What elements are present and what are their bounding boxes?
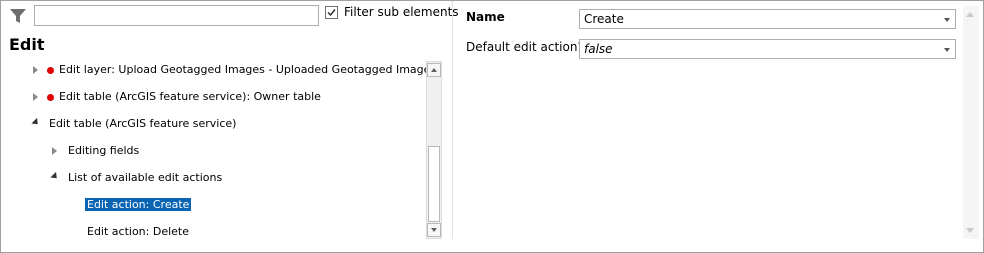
default-edit-action-value: false bbox=[584, 42, 613, 56]
edit-panel: Filter sub elements Edit Edit layer: Upl… bbox=[0, 0, 984, 253]
section-title: Edit bbox=[9, 35, 45, 54]
error-dot-icon bbox=[47, 67, 54, 74]
name-combobox[interactable]: Create bbox=[579, 9, 956, 29]
expand-icon[interactable] bbox=[33, 93, 38, 101]
collapse-icon[interactable] bbox=[50, 171, 60, 182]
error-dot-icon bbox=[47, 94, 54, 101]
filter-icon bbox=[9, 7, 27, 25]
tree-item-label: Edit layer: Upload Geotagged Images - Up… bbox=[59, 63, 437, 76]
arrow-up-icon[interactable] bbox=[966, 12, 974, 17]
expand-icon[interactable] bbox=[52, 147, 57, 155]
arrow-down-icon bbox=[431, 228, 437, 232]
filter-sub-elements-label: Filter sub elements bbox=[344, 5, 459, 19]
tree-item-edit-action-delete[interactable]: Edit action: Delete bbox=[87, 221, 189, 243]
filter-sub-elements-checkbox[interactable] bbox=[325, 6, 338, 19]
name-label: Name bbox=[466, 10, 505, 24]
arrow-down-icon[interactable] bbox=[966, 228, 974, 233]
name-value: Create bbox=[584, 12, 624, 26]
tree-scrollbar[interactable] bbox=[426, 61, 442, 239]
tree-item-label: List of available edit actions bbox=[68, 171, 223, 184]
scroll-down-button[interactable] bbox=[427, 223, 441, 237]
chevron-down-icon[interactable] bbox=[944, 48, 950, 52]
checkmark-icon bbox=[327, 9, 336, 17]
properties-scrollbar[interactable] bbox=[963, 6, 979, 239]
tree-item-label: Editing fields bbox=[68, 144, 140, 157]
default-edit-action-combobox[interactable]: false bbox=[579, 39, 956, 59]
scroll-thumb[interactable] bbox=[428, 146, 440, 222]
tree-item-label: Edit table (ArcGIS feature service) bbox=[49, 117, 237, 130]
tree-view: Edit layer: Upload Geotagged Images - Up… bbox=[1, 59, 436, 239]
chevron-down-icon[interactable] bbox=[944, 18, 950, 22]
expand-icon[interactable] bbox=[33, 66, 38, 74]
filter-input[interactable] bbox=[34, 5, 319, 26]
default-edit-action-label: Default edit action? bbox=[466, 40, 584, 54]
tree-item-label: Edit table (ArcGIS feature service): Own… bbox=[59, 90, 321, 103]
collapse-icon[interactable] bbox=[31, 117, 41, 128]
tree-item-label: Edit action: Delete bbox=[87, 225, 190, 238]
tree-item-label: Edit action: Create bbox=[85, 198, 192, 211]
scroll-up-button[interactable] bbox=[427, 63, 441, 77]
panel-splitter[interactable] bbox=[452, 1, 453, 239]
tree-item-edit-action-create[interactable]: Edit action: Create bbox=[85, 194, 192, 216]
arrow-up-icon bbox=[431, 68, 437, 72]
